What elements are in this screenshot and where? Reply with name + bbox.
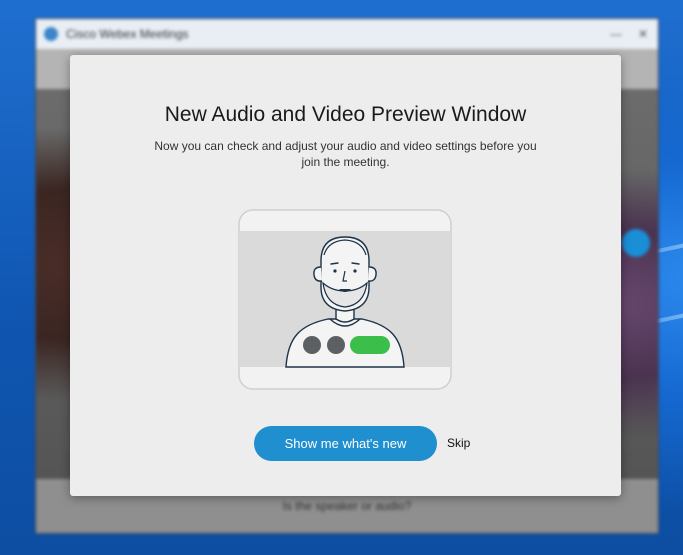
webex-logo-icon xyxy=(44,27,58,41)
skip-button[interactable]: Skip xyxy=(447,436,470,450)
close-icon: ✕ xyxy=(637,27,648,41)
person-video-preview-icon xyxy=(238,209,452,390)
dialog-description: Now you can check and adjust your audio … xyxy=(154,139,537,169)
show-whats-new-button[interactable]: Show me what's new xyxy=(254,426,437,461)
whats-new-dialog: New Audio and Video Preview Window Now y… xyxy=(70,55,621,496)
bottom-hint-text: Is the speaker or audio? xyxy=(282,499,412,513)
side-badge xyxy=(622,229,650,257)
dialog-title: New Audio and Video Preview Window xyxy=(164,103,527,126)
app-title: Cisco Webex Meetings xyxy=(66,27,189,41)
window-controls: — ✕ xyxy=(610,27,658,41)
app-titlebar: Cisco Webex Meetings — ✕ xyxy=(36,19,658,49)
minimize-icon: — xyxy=(609,27,622,41)
